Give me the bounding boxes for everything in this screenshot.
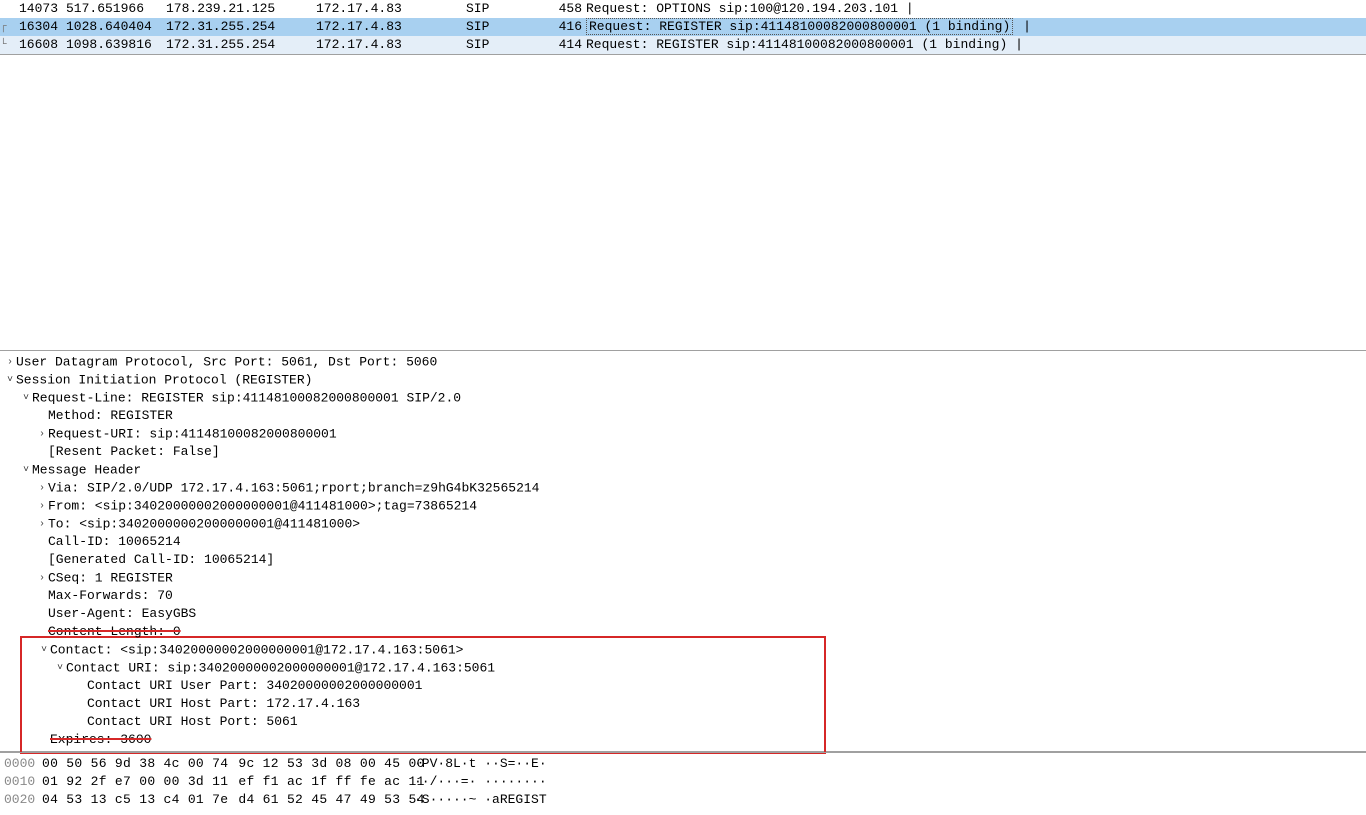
packet-details-pane[interactable]: ›User Datagram Protocol, Src Port: 5061,… (0, 350, 1366, 752)
hex-row[interactable]: 0010 01 92 2f e7 00 00 3d 11ef f1 ac 1f … (0, 773, 1366, 791)
tree-row-to[interactable]: ›To: <sip:34020000002000000001@411481000… (0, 515, 1366, 533)
chevron-down-icon[interactable]: ˅ (20, 461, 32, 479)
gen-callid-text: [Generated Call-ID: 10065214] (48, 552, 274, 567)
tree-row-via[interactable]: ›Via: SIP/2.0/UDP 172.17.4.163:5061;rpor… (0, 479, 1366, 497)
tree-row-message-header[interactable]: ˅Message Header (0, 461, 1366, 479)
col-destination: 172.17.4.83 (312, 36, 462, 54)
packet-row-selected[interactable]: ┌ 16304 1028.640404 172.31.255.254 172.1… (0, 18, 1366, 36)
col-info: Request: REGISTER sip:411481000820008000… (582, 18, 1366, 36)
related-indicator: └ (0, 36, 10, 54)
packet-list[interactable]: 14073 517.651966 178.239.21.125 172.17.4… (0, 0, 1366, 55)
col-length: 414 (542, 36, 582, 54)
col-destination: 172.17.4.83 (312, 0, 462, 18)
tree-row-udp[interactable]: ›User Datagram Protocol, Src Port: 5061,… (0, 353, 1366, 371)
chevron-right-icon[interactable]: › (36, 497, 48, 515)
contact-uri-text: Contact URI: sip:34020000002000000001@17… (66, 660, 495, 675)
tree-row-expires[interactable]: Expires: 3600 (22, 731, 824, 749)
contact-port-text: Contact URI Host Port: 5061 (87, 714, 298, 729)
col-protocol: SIP (462, 18, 542, 36)
tree-row-request-line[interactable]: ˅Request-Line: REGISTER sip:411481000820… (0, 389, 1366, 407)
tree-row-sip[interactable]: ˅Session Initiation Protocol (REGISTER) (0, 371, 1366, 389)
expires-text: Expires: 3600 (50, 732, 151, 747)
col-time: 1028.640404 (62, 18, 162, 36)
message-header-text: Message Header (32, 462, 141, 477)
packet-list-whitespace (0, 55, 1366, 350)
resent-text: [Resent Packet: False] (48, 444, 220, 459)
chevron-down-icon[interactable]: ˅ (38, 641, 50, 659)
tree-row-ua[interactable]: User-Agent: EasyGBS (0, 605, 1366, 623)
request-uri-text: Request-URI: sip:41148100082000800001 (48, 426, 337, 441)
chevron-right-icon[interactable]: › (4, 353, 16, 371)
tree-row-contact-uri[interactable]: ˅Contact URI: sip:34020000002000000001@1… (22, 659, 824, 677)
chevron-right-icon[interactable]: › (36, 569, 48, 587)
tree-row-maxfwd[interactable]: Max-Forwards: 70 (0, 587, 1366, 605)
to-text: To: <sip:34020000002000000001@411481000> (48, 516, 360, 531)
tree-row-method[interactable]: Method: REGISTER (0, 407, 1366, 425)
chevron-down-icon[interactable]: ˅ (54, 659, 66, 677)
col-info: Request: REGISTER sip:411481000820008000… (582, 36, 1366, 54)
col-source: 178.239.21.125 (162, 0, 312, 18)
col-time: 517.651966 (62, 0, 162, 18)
col-protocol: SIP (462, 36, 542, 54)
related-indicator (0, 0, 10, 18)
tree-row-callid[interactable]: Call-ID: 10065214 (0, 533, 1366, 551)
hex-bytes: 01 92 2f e7 00 00 3d 11ef f1 ac 1f ff fe… (34, 773, 404, 791)
chevron-right-icon[interactable]: › (36, 479, 48, 497)
method-text: Method: REGISTER (48, 408, 173, 423)
via-text: Via: SIP/2.0/UDP 172.17.4.163:5061;rport… (48, 480, 539, 495)
ua-text: User-Agent: EasyGBS (48, 606, 196, 621)
tree-row-from[interactable]: ›From: <sip:34020000002000000001@4114810… (0, 497, 1366, 515)
chevron-right-icon[interactable]: › (36, 425, 48, 443)
col-length: 416 (542, 18, 582, 36)
chevron-down-icon[interactable]: ˅ (20, 389, 32, 407)
col-source: 172.31.255.254 (162, 36, 312, 54)
hex-row[interactable]: 0000 00 50 56 9d 38 4c 00 749c 12 53 3d … (0, 755, 1366, 773)
tree-row-contact-user[interactable]: Contact URI User Part: 34020000002000000… (22, 677, 824, 695)
maxfwd-text: Max-Forwards: 70 (48, 588, 173, 603)
col-length: 458 (542, 0, 582, 18)
hex-offset: 0010 (0, 773, 34, 791)
hex-ascii: ·PV·8L·t ··S=··E· (404, 755, 547, 773)
tree-row-contact-host[interactable]: Contact URI Host Part: 172.17.4.163 (22, 695, 824, 713)
tree-row-request-uri[interactable]: ›Request-URI: sip:41148100082000800001 (0, 425, 1366, 443)
tree-row-contact[interactable]: ˅Contact: <sip:34020000002000000001@172.… (22, 641, 824, 659)
packet-row[interactable]: └ 16608 1098.639816 172.31.255.254 172.1… (0, 36, 1366, 54)
tree-row-gen-callid[interactable]: [Generated Call-ID: 10065214] (0, 551, 1366, 569)
hex-ascii: ··/···=· ········ (404, 773, 547, 791)
contact-text: Contact: <sip:34020000002000000001@172.1… (50, 642, 463, 657)
chevron-right-icon[interactable]: › (36, 515, 48, 533)
cseq-text: CSeq: 1 REGISTER (48, 570, 173, 585)
tree-row-contact-port[interactable]: Contact URI Host Port: 5061 (22, 713, 824, 731)
from-text: From: <sip:34020000002000000001@41148100… (48, 498, 477, 513)
col-protocol: SIP (462, 0, 542, 18)
hex-offset: 0000 (0, 755, 34, 773)
packet-row[interactable]: 14073 517.651966 178.239.21.125 172.17.4… (0, 0, 1366, 18)
col-info: Request: OPTIONS sip:100@120.194.203.101… (582, 0, 1366, 18)
sip-header-text: Session Initiation Protocol (REGISTER) (16, 372, 312, 387)
hex-bytes: 00 50 56 9d 38 4c 00 749c 12 53 3d 08 00… (34, 755, 404, 773)
hex-row[interactable]: 0020 04 53 13 c5 13 c4 01 7ed4 61 52 45 … (0, 791, 1366, 809)
contact-user-text: Contact URI User Part: 34020000002000000… (87, 678, 422, 693)
hex-bytes: 04 53 13 c5 13 c4 01 7ed4 61 52 45 47 49… (34, 791, 404, 809)
col-time: 1098.639816 (62, 36, 162, 54)
content-length-text: Content-Length: 0 (48, 624, 181, 639)
col-no: 14073 (10, 0, 62, 18)
col-source: 172.31.255.254 (162, 18, 312, 36)
hex-offset: 0020 (0, 791, 34, 809)
tree-row-cseq[interactable]: ›CSeq: 1 REGISTER (0, 569, 1366, 587)
udp-header-text: User Datagram Protocol, Src Port: 5061, … (16, 354, 437, 369)
callid-text: Call-ID: 10065214 (48, 534, 181, 549)
related-indicator: ┌ (0, 18, 10, 36)
col-no: 16304 (10, 18, 62, 36)
chevron-down-icon[interactable]: ˅ (4, 371, 16, 389)
col-no: 16608 (10, 36, 62, 54)
hex-ascii: ·S·····~ ·aREGIST (404, 791, 547, 809)
request-line-text: Request-Line: REGISTER sip:4114810008200… (32, 390, 461, 405)
tree-row-resent[interactable]: [Resent Packet: False] (0, 443, 1366, 461)
col-destination: 172.17.4.83 (312, 18, 462, 36)
highlight-box: ˅Contact: <sip:34020000002000000001@172.… (20, 636, 826, 754)
contact-host-text: Contact URI Host Part: 172.17.4.163 (87, 696, 360, 711)
packet-bytes-pane[interactable]: 0000 00 50 56 9d 38 4c 00 749c 12 53 3d … (0, 752, 1366, 811)
